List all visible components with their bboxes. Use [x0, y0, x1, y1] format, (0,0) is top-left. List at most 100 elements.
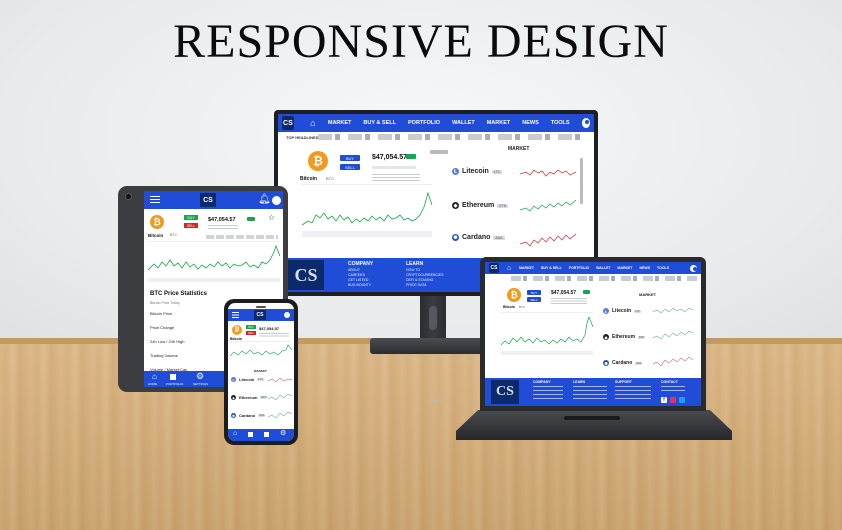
nav-item[interactable]: NEWS — [640, 266, 651, 270]
user-avatar-icon[interactable] — [272, 196, 281, 205]
nav-item[interactable]: WALLET — [596, 266, 610, 270]
coin-name: Ethereum — [462, 202, 495, 209]
headlines-strip — [511, 276, 697, 281]
coin-ticker: ETH — [497, 203, 509, 208]
coin-row-ethereum[interactable]: ◆ Ethereum ETH — [603, 334, 646, 340]
nav-item[interactable]: BUY & SELL — [541, 266, 562, 270]
nav-item[interactable]: PORTFOLIO — [569, 266, 589, 270]
stats-row: Bitcoin Price — [150, 311, 173, 316]
nav-item[interactable]: MARKET — [519, 266, 534, 270]
nav-item[interactable]: PORTFOLIO — [408, 120, 440, 126]
portfolio-icon[interactable] — [170, 374, 176, 380]
brand-logo[interactable]: CS — [489, 263, 499, 273]
portfolio-icon[interactable] — [248, 432, 253, 437]
coin-ticker: ADA — [258, 414, 266, 417]
menu-icon[interactable] — [150, 196, 160, 204]
footer-link[interactable]: BUG BOUNTY — [348, 283, 371, 287]
coin-name: Ethereum — [612, 334, 636, 340]
home-icon[interactable]: ⌂ — [505, 262, 513, 274]
footer-link[interactable]: HOW TO — [406, 268, 420, 272]
sell-button[interactable]: SELL — [246, 331, 256, 335]
user-avatar-icon[interactable] — [581, 118, 590, 128]
settings-icon[interactable]: ⚙ — [196, 371, 204, 382]
monitor-nav-bar: CS ⌂ MARKET BUY & SELL PORTFOLIO WALLET … — [278, 114, 594, 132]
nav-item[interactable]: BUY & SELL — [363, 120, 396, 126]
laptop-screen: CS ⌂ MARKET BUY & SELL PORTFOLIO WALLET … — [485, 262, 701, 406]
price-stats-lines — [208, 225, 238, 231]
home-icon[interactable]: ⌂ — [233, 430, 237, 437]
coin-row-ethereum[interactable]: ◆ Ethereum ETH — [452, 202, 509, 209]
nav-item[interactable]: WALLET — [452, 120, 475, 126]
buy-button[interactable]: BUY — [246, 325, 256, 329]
footer-link[interactable]: ABOUT — [348, 268, 360, 272]
coin-ticker: BTC — [170, 233, 177, 237]
buy-button[interactable]: BUY — [527, 290, 541, 295]
price-stats-lines — [259, 333, 289, 338]
facebook-icon[interactable]: f — [661, 397, 667, 403]
instagram-icon[interactable] — [670, 397, 676, 403]
filter-control[interactable] — [430, 150, 448, 154]
footer-link[interactable]: CRYPTOCURRENCIES — [406, 273, 444, 277]
home-icon[interactable]: ⌂ — [152, 372, 157, 381]
footer-links[interactable] — [533, 386, 563, 402]
coin-row-cardano[interactable]: ✺ Cardano ADA — [603, 360, 643, 366]
coin-row-litecoin[interactable]: Ł Litecoin LTC — [603, 308, 641, 314]
footer-links[interactable] — [615, 386, 651, 402]
coin-ticker: ADA — [635, 361, 643, 365]
nav-item[interactable]: NEWS — [522, 120, 539, 126]
wallet-icon[interactable] — [264, 432, 269, 437]
user-avatar-icon[interactable] — [284, 312, 290, 318]
menu-icon[interactable] — [232, 312, 239, 318]
coin-row-litecoin[interactable]: Ł Litecoin LTC — [231, 377, 264, 382]
footer-link[interactable]: PRICE DATA — [406, 283, 426, 287]
stats-title: BTC Price Statistics — [150, 291, 208, 297]
coin-row-litecoin[interactable]: Ł Litecoin LTC — [452, 168, 503, 175]
nav-item[interactable]: MARKET — [487, 120, 511, 126]
brand-logo[interactable]: CS — [282, 116, 294, 130]
buy-button[interactable]: BUY — [184, 215, 198, 220]
home-icon[interactable]: ⌂ — [308, 117, 318, 129]
ethereum-icon: ◆ — [231, 395, 236, 400]
price-change-badge — [406, 154, 416, 159]
nav-item[interactable]: TOOLS — [551, 120, 570, 126]
footer-link[interactable]: DEFI & STAKING — [406, 278, 433, 282]
twitter-icon[interactable] — [679, 397, 685, 403]
nav-item[interactable]: MARKET — [328, 120, 352, 126]
bitcoin-icon: ₿ — [507, 288, 521, 302]
laptop-base — [456, 410, 732, 440]
coin-row-cardano[interactable]: ✺ Cardano ADA — [452, 234, 505, 241]
phone-screen: CS ₿ Bitcoin BUY SELL $47,054.57 MARKET … — [228, 303, 294, 441]
tablet-nav-bar: CS 🔔︎ — [144, 191, 283, 209]
footer-col-title: COMPANY — [533, 380, 551, 384]
user-avatar-icon[interactable] — [690, 264, 697, 272]
bitcoin-price-chart — [501, 312, 593, 356]
sell-button[interactable]: SELL — [184, 223, 198, 228]
market-label: MARKET — [639, 292, 657, 297]
brand-logo[interactable]: CS — [254, 310, 266, 320]
brand-logo[interactable]: CS — [200, 193, 216, 207]
coin-ticker: ADA — [493, 235, 505, 240]
nav-item[interactable]: TOOLS — [657, 266, 669, 270]
scrollbar[interactable] — [580, 158, 583, 204]
footer-logo: CS — [288, 260, 324, 290]
time-range-tabs[interactable] — [206, 235, 278, 239]
coin-row-ethereum[interactable]: ◆ Ethereum ETH — [231, 395, 268, 400]
bitcoin-price-chart — [302, 184, 432, 238]
footer-links[interactable] — [661, 386, 685, 394]
market-sparklines — [653, 307, 693, 367]
sell-button[interactable]: SELL — [527, 297, 541, 302]
footer-link[interactable]: CAREERS — [348, 273, 365, 277]
buy-button[interactable]: BUY — [340, 155, 360, 161]
settings-icon[interactable]: ⚙ — [280, 429, 286, 437]
sell-button[interactable]: SELL — [340, 164, 360, 170]
bell-icon[interactable]: 🔔︎ — [258, 194, 271, 205]
footer-links[interactable] — [573, 386, 607, 402]
market-sparklines — [268, 377, 292, 419]
star-icon[interactable]: ☆ — [268, 213, 275, 222]
nav-item[interactable]: MARKET — [618, 266, 633, 270]
coin-name: Cardano — [239, 413, 256, 418]
coin-row-cardano[interactable]: ✺ Cardano ADA — [231, 413, 266, 418]
footer-col-title: SUPPORT — [615, 380, 632, 384]
footer-link[interactable]: GET LISTED — [348, 278, 368, 282]
bitcoin-icon: ₿ — [150, 215, 164, 229]
